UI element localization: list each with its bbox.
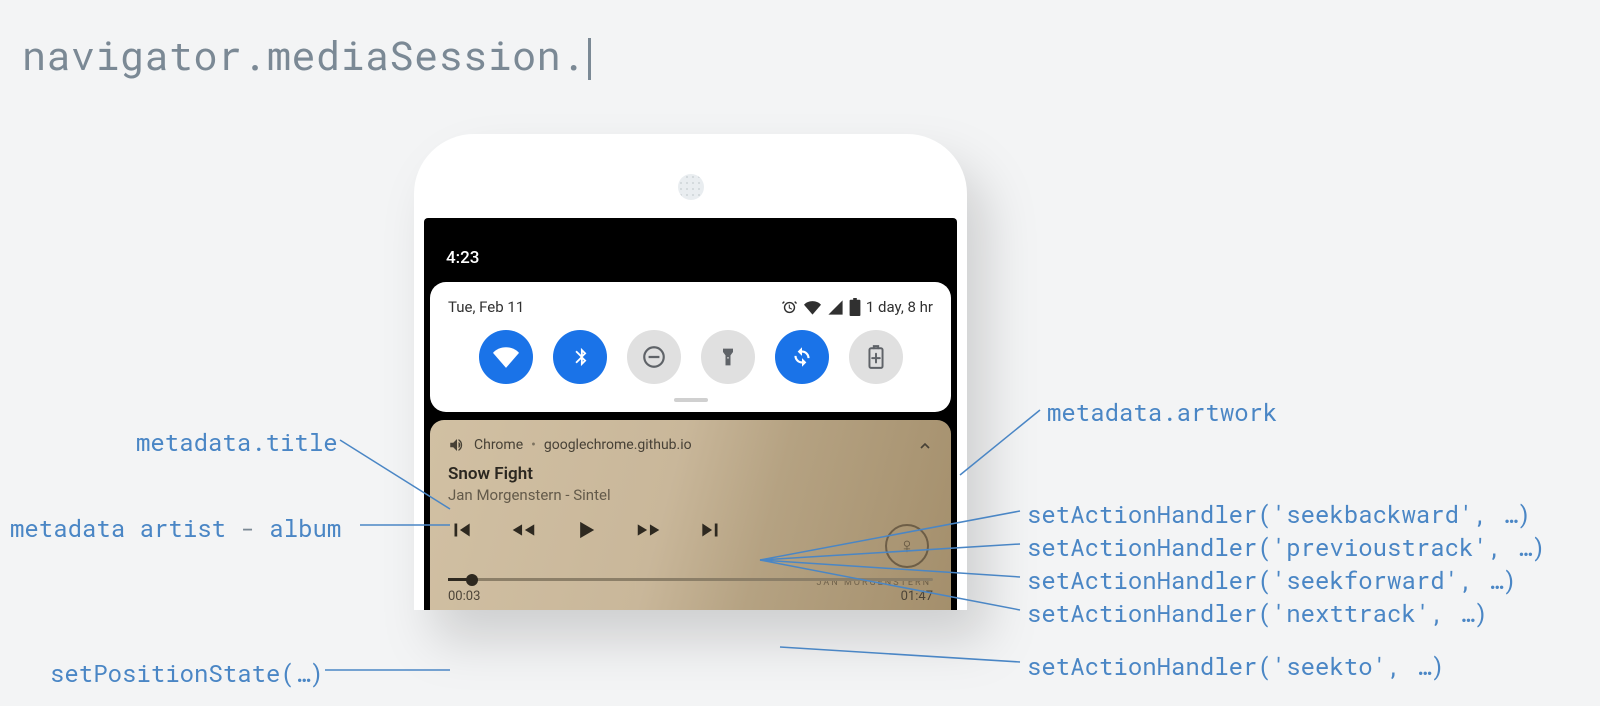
- qs-wifi[interactable]: [479, 330, 533, 384]
- media-controls: [448, 516, 933, 544]
- progress-track[interactable]: [448, 578, 933, 581]
- play-icon[interactable]: [572, 516, 600, 544]
- label-setpositionstate: setPositionState(…): [50, 657, 324, 689]
- label-previoustrack: setActionHandler('previoustrack', …): [1027, 531, 1545, 563]
- clock: 4:23: [446, 248, 479, 268]
- chevron-up-icon[interactable]: [917, 438, 933, 454]
- status-bar: 4:23: [424, 218, 957, 276]
- progress-thumb-icon[interactable]: [466, 574, 478, 586]
- media-notification: Chrome • googlechrome.github.io Snow Fig…: [430, 420, 951, 610]
- qs-battery-saver[interactable]: [849, 330, 903, 384]
- qs-flashlight[interactable]: [701, 330, 755, 384]
- api-text: navigator.mediaSession.: [22, 28, 586, 81]
- qs-bluetooth[interactable]: [553, 330, 607, 384]
- wifi-status-icon: [803, 299, 822, 316]
- signal-icon: [827, 299, 844, 316]
- api-header: navigator.mediaSession.: [22, 28, 591, 81]
- label-seekforward: setActionHandler('seekforward', …): [1027, 564, 1517, 596]
- label-metadata-artist-album: metadata artist - album: [10, 512, 341, 544]
- cursor-icon: [588, 38, 591, 80]
- battery-icon: [849, 298, 861, 316]
- time-duration: 01:47: [901, 589, 933, 604]
- seek-forward-icon[interactable]: [634, 517, 664, 543]
- phone-mockup: 4:23 Tue, Feb 11 1 day, 8 hr: [414, 134, 967, 610]
- artwork-badge-icon: ♀: [885, 524, 929, 568]
- date: Tue, Feb 11: [448, 298, 524, 316]
- media-subtitle: Jan Morgenstern - Sintel: [448, 486, 933, 504]
- status-icons: 1 day, 8 hr: [781, 298, 933, 316]
- drag-handle-icon[interactable]: [674, 398, 708, 402]
- label-metadata-artwork: metadata.artwork: [1047, 396, 1277, 428]
- next-track-icon[interactable]: [698, 517, 724, 543]
- label-seekbackward: setActionHandler('seekbackward', …): [1027, 498, 1531, 530]
- time-position: 00:03: [448, 589, 480, 604]
- media-title: Snow Fight: [448, 464, 933, 484]
- previous-track-icon[interactable]: [448, 517, 474, 543]
- alarm-icon: [781, 299, 798, 316]
- notification-shade: Tue, Feb 11 1 day, 8 hr: [430, 282, 951, 412]
- media-origin: googlechrome.github.io: [544, 437, 692, 453]
- volume-icon: [448, 436, 466, 454]
- quick-settings: [444, 330, 937, 390]
- seek-backward-icon[interactable]: [508, 517, 538, 543]
- qs-dnd[interactable]: [627, 330, 681, 384]
- media-source: Chrome • googlechrome.github.io: [448, 436, 933, 454]
- label-nexttrack: setActionHandler('nexttrack', …): [1027, 597, 1488, 629]
- media-app: Chrome: [474, 437, 523, 453]
- label-seekto: setActionHandler('seekto', …): [1027, 650, 1445, 682]
- phone-screen: 4:23 Tue, Feb 11 1 day, 8 hr: [424, 218, 957, 610]
- battery-text: 1 day, 8 hr: [866, 298, 933, 316]
- qs-autorotate[interactable]: [775, 330, 829, 384]
- separator: •: [531, 437, 536, 453]
- speaker-icon: [678, 174, 704, 200]
- label-metadata-title: metadata.title: [136, 426, 338, 458]
